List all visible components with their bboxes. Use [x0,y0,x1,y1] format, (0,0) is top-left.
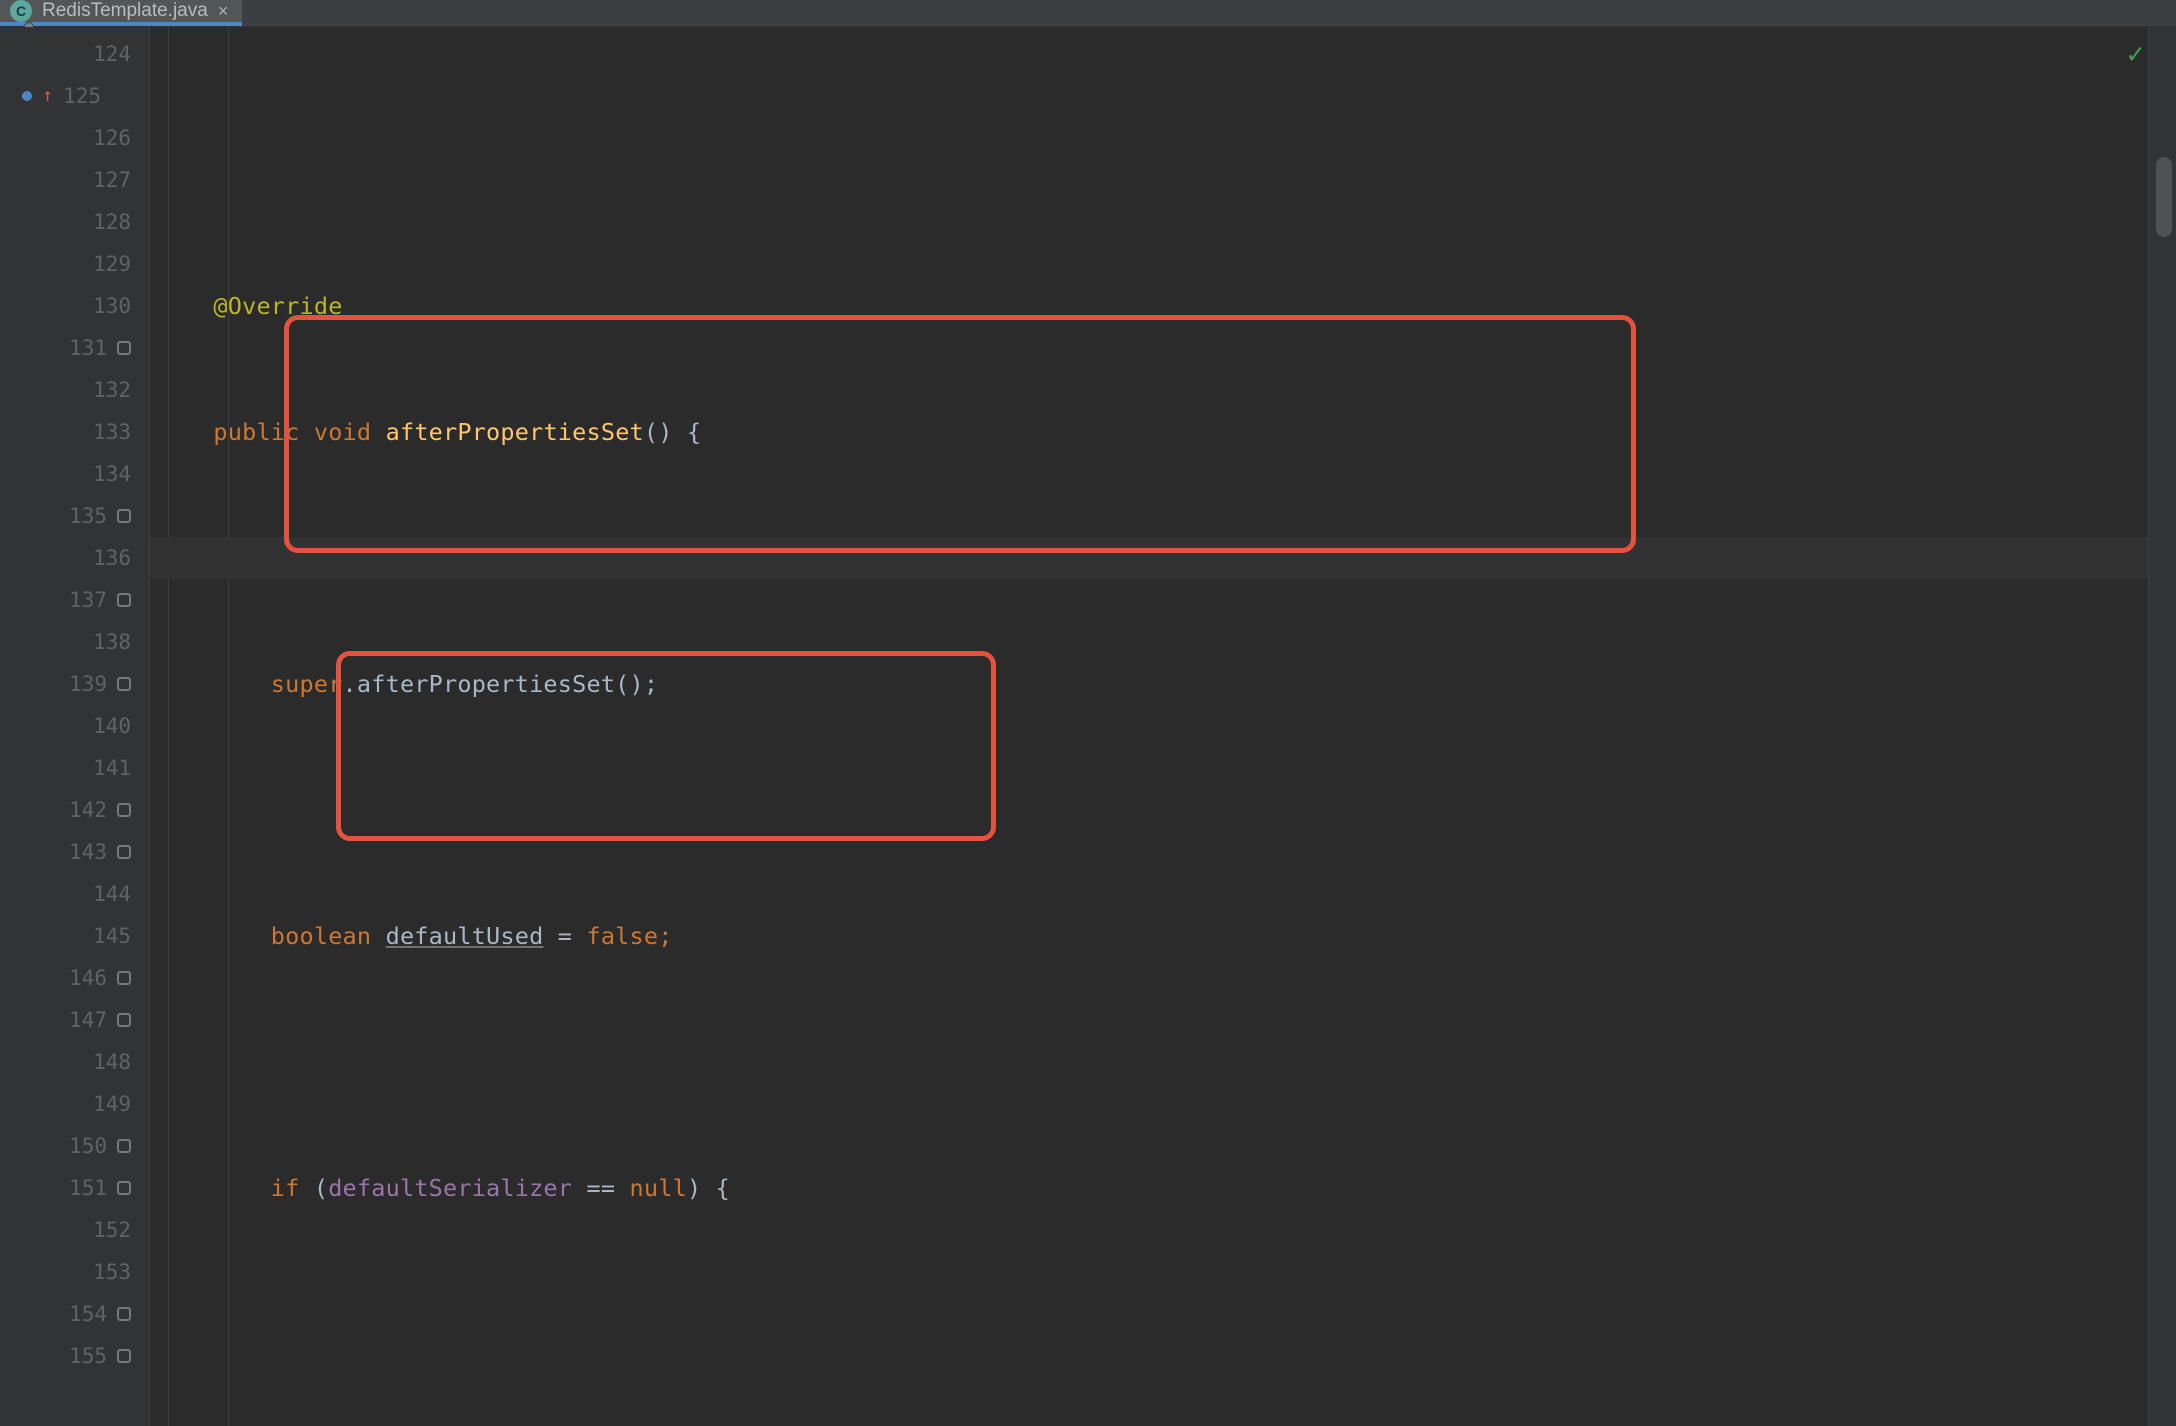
line-number: 131 [69,327,107,369]
line-number: 139 [69,663,107,705]
fold-icon[interactable] [117,1181,131,1195]
line-number: 149 [93,1083,131,1125]
line-number: 130 [93,285,131,327]
editor-body: 124 ↑ 125 126 127 128 129 130 131 132 133… [0,27,2176,1426]
line-number: 133 [93,411,131,453]
java-class-icon: C [10,0,32,22]
line-number: 128 [93,201,131,243]
line-number: 136 [93,537,131,579]
line-number: 150 [69,1125,107,1167]
override-up-icon: ↑ [42,75,53,117]
code-line[interactable] [150,789,2176,831]
fold-icon[interactable] [117,677,131,691]
code-editor[interactable]: @Override public void afterPropertiesSet… [150,27,2176,1426]
line-number: 155 [69,1335,107,1377]
fold-icon[interactable] [117,845,131,859]
code-line[interactable]: public void afterPropertiesSet() { [150,411,2176,453]
line-number: 141 [93,747,131,789]
fold-icon[interactable] [117,803,131,817]
scrollbar-thumb[interactable] [2156,157,2172,237]
line-number: 148 [93,1041,131,1083]
code-line[interactable]: if (defaultSerializer == null) { [150,1167,2176,1209]
line-number: 135 [69,495,107,537]
fold-icon[interactable] [117,971,131,985]
line-number: 126 [93,117,131,159]
line-number: 145 [93,915,131,957]
line-number: 154 [69,1293,107,1335]
line-number: 127 [93,159,131,201]
fold-icon[interactable] [117,1139,131,1153]
code-line[interactable]: super.afterPropertiesSet(); [150,663,2176,705]
line-number: 147 [69,999,107,1041]
tab-filename: RedisTemplate.java [42,0,208,22]
line-number: 152 [93,1209,131,1251]
line-number: 140 [93,705,131,747]
editor-tab[interactable]: C RedisTemplate.java × [0,0,242,26]
line-number: 146 [69,957,107,999]
line-number: 142 [69,789,107,831]
code-line[interactable] [150,537,2176,579]
line-number: 129 [93,243,131,285]
line-number: 151 [69,1167,107,1209]
line-number: 137 [69,579,107,621]
fold-icon[interactable] [117,1349,131,1363]
line-number: 144 [93,873,131,915]
line-number: 143 [69,831,107,873]
code-line[interactable] [150,1293,2176,1335]
fold-icon[interactable] [117,1307,131,1321]
line-number: 125 [63,75,101,117]
line-number: 124 [93,33,131,75]
line-number: 153 [93,1251,131,1293]
inspection-ok-icon[interactable]: ✓ [2127,37,2144,70]
code-line[interactable]: @Override [150,285,2176,327]
override-marker-icon[interactable] [22,91,32,101]
close-icon[interactable]: × [218,1,229,22]
line-number: 132 [93,369,131,411]
code-line[interactable]: boolean defaultUsed = false; [150,915,2176,957]
tab-bar: C RedisTemplate.java × [0,0,2176,27]
fold-icon[interactable] [117,593,131,607]
code-line[interactable]: defaultSerializer = new JdkSerialization… [150,1419,2176,1426]
fold-icon[interactable] [117,509,131,523]
fold-icon[interactable] [117,1013,131,1027]
fold-icon[interactable] [117,341,131,355]
ide-editor: C RedisTemplate.java × 124 ↑ 125 126 127 … [0,0,2176,1426]
line-number: 138 [93,621,131,663]
line-number-gutter[interactable]: 124 ↑ 125 126 127 128 129 130 131 132 133… [0,27,150,1426]
code-line[interactable] [150,1041,2176,1083]
line-number: 134 [93,453,131,495]
